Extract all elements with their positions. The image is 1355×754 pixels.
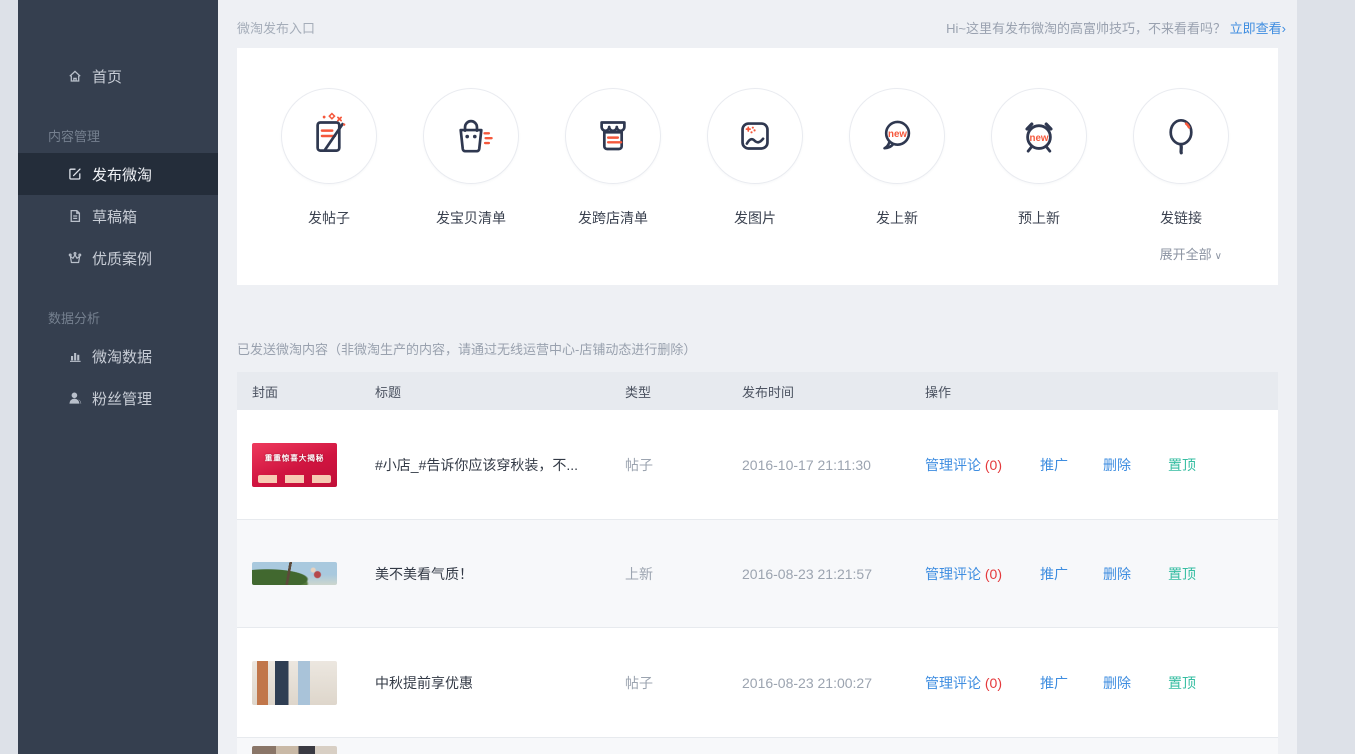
balloon-icon [1133,88,1229,184]
table-header: 封面 标题 类型 发布时间 操作 [237,372,1278,410]
promote-link[interactable]: 推广 [1040,675,1068,691]
entry-new-arrival[interactable]: new 发上新 [849,88,945,228]
sidebar-item-home[interactable]: 首页 [18,55,218,97]
bag-icon [423,88,519,184]
sidebar-item-publish[interactable]: 发布微淘 [18,153,218,195]
crown-icon [66,250,83,267]
sidebar-nav: 首页 内容管理 发布微淘 [18,0,218,419]
row-title: #小店_#告诉你应该穿秋装，不... [375,455,625,475]
comment-count: (0) [985,566,1002,582]
sent-table: 封面 标题 类型 发布时间 操作 重重惊喜大揭秘 #小店_#告诉你应该穿秋装，不… [237,372,1278,754]
row-time: 2016-08-23 21:00:27 [742,675,925,691]
pin-top-link[interactable]: 置顶 [1168,566,1196,582]
bar-chart-icon [66,348,83,365]
comment-count: (0) [985,457,1002,473]
cover-thumbnail [252,746,337,754]
sidebar-item-cases[interactable]: 优质案例 [18,237,218,279]
table-row: 中秋提前享优惠 帖子 2016-08-23 21:00:27 管理评论 (0) … [237,628,1278,737]
entry-pre-new[interactable]: new 预上新 [991,88,1087,228]
app-root: 首页 内容管理 发布微淘 [0,0,1355,754]
row-time: 2016-10-17 21:11:30 [742,457,925,473]
sidebar-item-drafts[interactable]: 草稿箱 [18,195,218,237]
cover-thumbnail [252,562,337,585]
col-cover: 封面 [252,382,375,401]
publish-entry-card: 发帖子 发宝贝清单 [237,48,1278,285]
entry-label: 发链接 [1133,208,1229,228]
topbar: 微淘发布入口 Hi~这里有发布微淘的高富帅技巧，不来看看吗？ 立即查看› [218,0,1297,48]
manage-comments-link[interactable]: 管理评论 [925,566,981,582]
alarm-new-icon: new [991,88,1087,184]
sidebar-item-label: 首页 [92,66,122,87]
entry-label: 发图片 [707,208,803,228]
delete-link[interactable]: 删除 [1103,566,1131,582]
manage-comments-link[interactable]: 管理评论 [925,457,981,473]
sidebar-section-data: 数据分析 [18,309,218,329]
table-row [237,737,1278,754]
delete-link[interactable]: 删除 [1103,675,1131,691]
entry-post[interactable]: 发帖子 [281,88,377,228]
row-title: 中秋提前享优惠 [375,673,625,693]
sidebar-item-weitao-data[interactable]: 微淘数据 [18,335,218,377]
document-icon [66,208,83,225]
entry-label: 发上新 [849,208,945,228]
tip-banner: Hi~这里有发布微淘的高富帅技巧，不来看看吗？ 立即查看› [946,18,1286,37]
cover-thumbnail: 重重惊喜大揭秘 [252,443,337,487]
entry-image[interactable]: 发图片 [707,88,803,228]
cover-thumbnail [252,661,337,705]
entry-label: 发宝贝清单 [423,208,519,228]
chevron-down-icon: ∨ [1215,251,1222,262]
col-type: 类型 [625,382,742,401]
sidebar-item-label: 微淘数据 [92,346,152,367]
promote-link[interactable]: 推广 [1040,457,1068,473]
row-type: 帖子 [625,455,742,475]
page-title: 微淘发布入口 [237,18,315,37]
image-icon [707,88,803,184]
pin-top-link[interactable]: 置顶 [1168,675,1196,691]
chevron-right-icon: › [1282,21,1286,36]
sent-section-title: 已发送微淘内容（非微淘生产的内容，请通过无线运营中心-店铺动态进行删除） [237,339,1297,358]
entry-label: 发跨店清单 [565,208,661,228]
tip-text: Hi~这里有发布微淘的高富帅技巧，不来看看吗？ [946,21,1229,36]
entry-link[interactable]: 发链接 [1133,88,1229,228]
entry-cross-store-list[interactable]: 发跨店清单 [565,88,661,228]
main-content: 微淘发布入口 Hi~这里有发布微淘的高富帅技巧，不来看看吗？ 立即查看› [218,0,1297,754]
sidebar-item-label: 发布微淘 [92,164,152,185]
edit-square-icon [66,166,83,183]
cover-banner-text: 重重惊喜大揭秘 [258,451,330,462]
user-icon [66,390,83,407]
manage-comments-link[interactable]: 管理评论 [925,675,981,691]
entry-list: 发帖子 发宝贝清单 [237,48,1278,228]
post-icon [281,88,377,184]
row-time: 2016-08-23 21:21:57 [742,566,925,582]
sidebar: 首页 内容管理 发布微淘 [18,0,218,754]
sidebar-item-fans[interactable]: 粉丝管理 [18,377,218,419]
sidebar-item-label: 草稿箱 [92,206,137,227]
col-time: 发布时间 [742,382,925,401]
new-badge-text: new [1030,133,1049,144]
row-title: 美不美看气质！ [375,564,625,584]
table-row: 重重惊喜大揭秘 #小店_#告诉你应该穿秋装，不... 帖子 2016-10-17… [237,410,1278,519]
sidebar-item-label: 优质案例 [92,248,152,269]
storefront-icon [565,88,661,184]
bubble-new-icon: new [849,88,945,184]
sidebar-item-label: 粉丝管理 [92,388,152,409]
row-type: 上新 [625,564,742,584]
table-row: 美不美看气质！ 上新 2016-08-23 21:21:57 管理评论 (0) … [237,519,1278,628]
new-badge-text: new [888,129,907,140]
entry-item-list[interactable]: 发宝贝清单 [423,88,519,228]
home-icon [66,68,83,85]
sidebar-section-content: 内容管理 [18,127,218,147]
row-type: 帖子 [625,673,742,693]
col-ops: 操作 [925,382,1278,401]
comment-count: (0) [985,675,1002,691]
delete-link[interactable]: 删除 [1103,457,1131,473]
expand-all-button[interactable]: 展开全部∨ [1160,244,1222,263]
expand-all-label: 展开全部 [1160,247,1212,262]
entry-label: 预上新 [991,208,1087,228]
view-now-link[interactable]: 立即查看 [1230,21,1282,36]
entry-label: 发帖子 [281,208,377,228]
promote-link[interactable]: 推广 [1040,566,1068,582]
pin-top-link[interactable]: 置顶 [1168,457,1196,473]
col-title: 标题 [375,382,625,401]
